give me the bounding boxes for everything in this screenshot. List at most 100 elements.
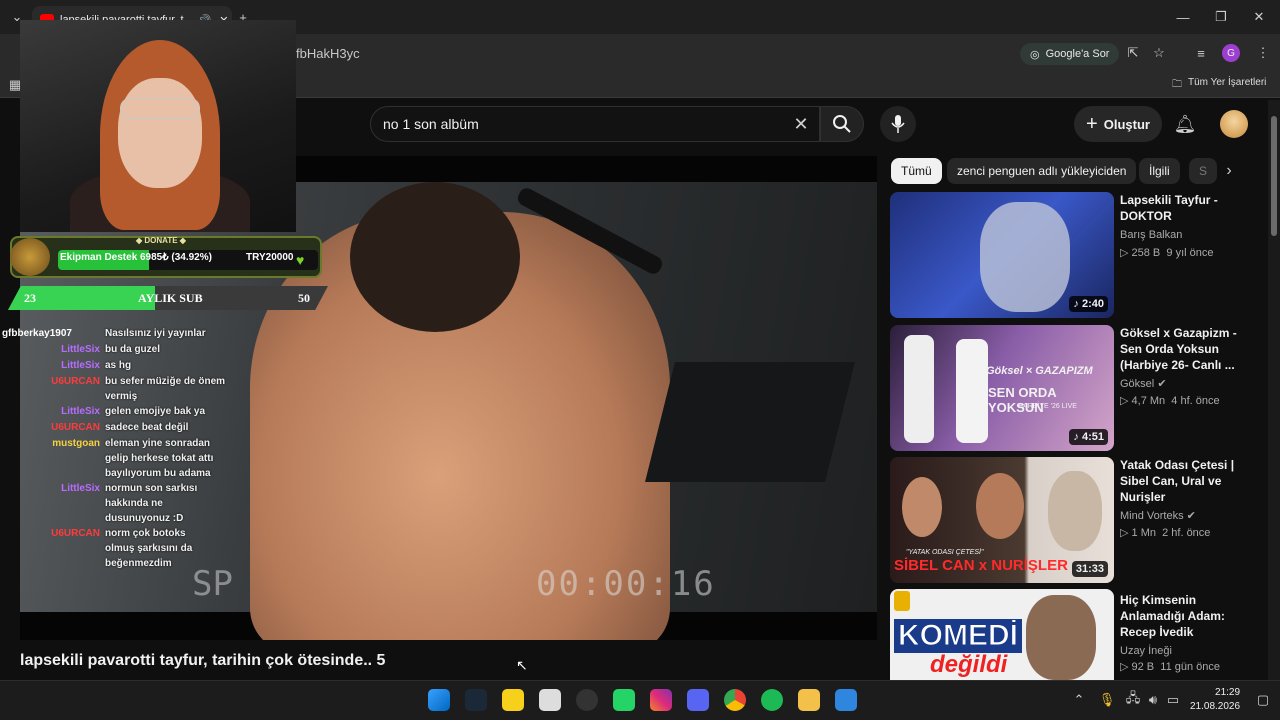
notifications-bell-icon[interactable]: 🔔︎ [1174, 113, 1197, 135]
chat-username: U6URCAN [51, 376, 100, 387]
volume-icon[interactable]: 🔊︎ [1142, 689, 1164, 711]
recommended-video[interactable]: KOMEDİ değildi Hiç Kimsenin Anlamadığı A… [890, 589, 1270, 680]
recommended-video[interactable]: Göksel × GAZAPIZM SEN ORDA YOKSUN HARBİY… [890, 325, 1270, 451]
all-bookmarks-label: Tüm Yer İşaretleri [1188, 77, 1267, 88]
start-windows-icon[interactable] [428, 689, 450, 711]
discord-icon[interactable] [687, 689, 709, 711]
thumb-figure [980, 202, 1070, 312]
steam-icon[interactable] [465, 689, 487, 711]
clear-search-icon[interactable]: ✕ [790, 113, 812, 135]
network-icon[interactable]: 🖧 [1122, 689, 1144, 711]
voice-search-button[interactable] [880, 106, 916, 142]
chip-uploader[interactable]: zenci penguen adlı yükleyiciden [947, 158, 1137, 184]
chip-related[interactable]: İlgili [1139, 158, 1180, 184]
donate-amount: 6985₺ (34.92%) [140, 252, 212, 263]
scrollbar-thumb[interactable] [1271, 116, 1277, 236]
spotify-icon[interactable] [761, 689, 783, 711]
chat-message: gfbberkay1907 Nasılsınız iyi yayınlar [2, 326, 258, 342]
google-ask-button[interactable]: ◎ Google'a Sor [1020, 43, 1120, 65]
chat-username: LittleSix [61, 406, 100, 417]
chat-message: LittleSix gelen emojiye bak ya [28, 404, 258, 420]
thumb-face [902, 477, 942, 537]
maximize-icon[interactable]: ❐ [1210, 6, 1232, 28]
close-window-icon[interactable]: ✕ [1248, 6, 1270, 28]
search-input[interactable]: no 1 son albüm [370, 106, 820, 142]
rec-channel[interactable]: Barış Balkan [1120, 229, 1182, 241]
chips-next-chevron-icon[interactable]: › [1218, 160, 1240, 182]
chip-all[interactable]: Tümü [891, 158, 942, 184]
rec-title[interactable]: Yatak Odası Çetesi | Sibel Can, Ural ve … [1120, 457, 1260, 505]
thumb-face [1026, 595, 1096, 680]
chat-text: sadece beat değil [105, 422, 189, 433]
user-avatar[interactable] [1220, 110, 1248, 138]
chat-message: LittleSix bu da guzel [28, 342, 258, 358]
battery-icon[interactable]: ▭ [1162, 689, 1184, 711]
thumb-figure [956, 339, 988, 443]
chrome-icon[interactable] [724, 689, 746, 711]
video-thumbnail[interactable]: ♪ 2:40 [890, 192, 1114, 318]
chat-overlay: gfbberkay1907 Nasılsınız iyi yayınlar Li… [2, 326, 258, 571]
rec-title[interactable]: Lapsekili Tayfur - DOKTOR [1120, 192, 1260, 224]
create-button[interactable]: + Oluştur [1074, 106, 1162, 142]
chat-username: LittleSix [61, 360, 100, 371]
install-icon[interactable]: ⇱ [1122, 42, 1144, 64]
rec-channel[interactable]: Uzay İneği [1120, 645, 1172, 657]
media-control-icon[interactable]: ≡ [1190, 42, 1212, 64]
donate-goal: TRY20000 [246, 252, 294, 263]
thumb-subtext: değildi [930, 651, 1008, 678]
rec-meta: ▷ 92 B 11 gün önce [1120, 661, 1221, 673]
chip-more[interactable]: S [1189, 158, 1218, 184]
all-bookmarks[interactable]: 🗀 Tüm Yer İşaretleri [1172, 77, 1266, 94]
snipping-tool-icon[interactable] [539, 689, 561, 711]
chat-text: bu sefer müziğe de önem vermiş [105, 376, 226, 402]
recommended-video[interactable]: ♪ 2:40 Lapsekili Tayfur - DOKTOR Barış B… [890, 192, 1270, 318]
file-explorer-icon[interactable] [798, 689, 820, 711]
webcam-overlay [20, 20, 296, 232]
chat-username: U6URCAN [51, 528, 100, 539]
tray-chevron-icon[interactable]: ⌃ [1068, 689, 1090, 711]
app-icon[interactable] [835, 689, 857, 711]
thumb-text: SİBEL CAN x NURİŞLER [894, 557, 1068, 574]
search-query: no 1 son albüm [383, 116, 479, 132]
address-bar[interactable]: fbHakH3yc [280, 40, 1010, 66]
microphone-icon [891, 115, 905, 133]
rec-title[interactable]: Hiç Kimsenin Anlamadığı Adam: Recep İved… [1120, 592, 1260, 640]
chat-username: LittleSix [61, 483, 100, 494]
search-button[interactable] [820, 106, 864, 142]
obs-icon[interactable] [576, 689, 598, 711]
monthly-sub-goal-overlay: 23 AYLIK SUB 50 [8, 286, 328, 310]
rec-meta: ▷ 4,7 Mn 4 hf. önce [1120, 395, 1220, 407]
notification-center-icon[interactable]: ▢ [1252, 689, 1274, 711]
video-thumbnail[interactable]: KOMEDİ değildi [890, 589, 1114, 680]
minimize-icon[interactable]: — [1172, 6, 1194, 28]
rec-title[interactable]: Göksel x Gazapizm - Sen Orda Yoksun (Har… [1120, 325, 1260, 373]
rec-meta: ▷ 258 B 9 yıl önce [1120, 247, 1214, 259]
donate-label: ◆ DONATE ◆ [136, 236, 186, 245]
profile-avatar[interactable]: G [1222, 44, 1240, 62]
sub-label: AYLIK SUB [138, 291, 203, 305]
singer-head [350, 182, 520, 332]
browser-menu-icon[interactable]: ⋮ [1252, 42, 1274, 64]
recommended-video[interactable]: "YATAK ODASI ÇETESİ" SİBEL CAN x NURİŞLE… [890, 457, 1270, 583]
taskbar-clock[interactable]: 21:29 21.08.2026 [1190, 686, 1240, 714]
thumb-figure [904, 335, 934, 443]
sub-goal: 50 [298, 291, 310, 305]
video-thumbnail[interactable]: Göksel × GAZAPIZM SEN ORDA YOKSUN HARBİY… [890, 325, 1114, 451]
sticky-notes-icon[interactable] [502, 689, 524, 711]
duration-badge: ♪ 2:40 [1069, 296, 1108, 312]
chat-username: gfbberkay1907 [1, 328, 72, 339]
chat-text: bu da guzel [105, 344, 160, 355]
rec-channel[interactable]: Mind Vorteks ✔ [1120, 509, 1196, 522]
instagram-icon[interactable] [650, 689, 672, 711]
heart-icon: ♥ [296, 252, 305, 268]
chat-text: as hg [105, 360, 132, 371]
rec-channel[interactable]: Göksel ✔ [1120, 377, 1167, 390]
chat-text: normun son sarkısı hakkında ne dusunuyon… [105, 483, 198, 524]
microphone-tray-icon[interactable]: 🎙︎ [1096, 689, 1118, 711]
chat-username: LittleSix [61, 344, 100, 355]
page-scrollbar[interactable] [1268, 100, 1280, 680]
bookmark-star-icon[interactable]: ☆ [1148, 42, 1170, 64]
clock-date: 21.08.2026 [1190, 701, 1241, 712]
whatsapp-icon[interactable] [613, 689, 635, 711]
video-thumbnail[interactable]: "YATAK ODASI ÇETESİ" SİBEL CAN x NURİŞLE… [890, 457, 1114, 583]
